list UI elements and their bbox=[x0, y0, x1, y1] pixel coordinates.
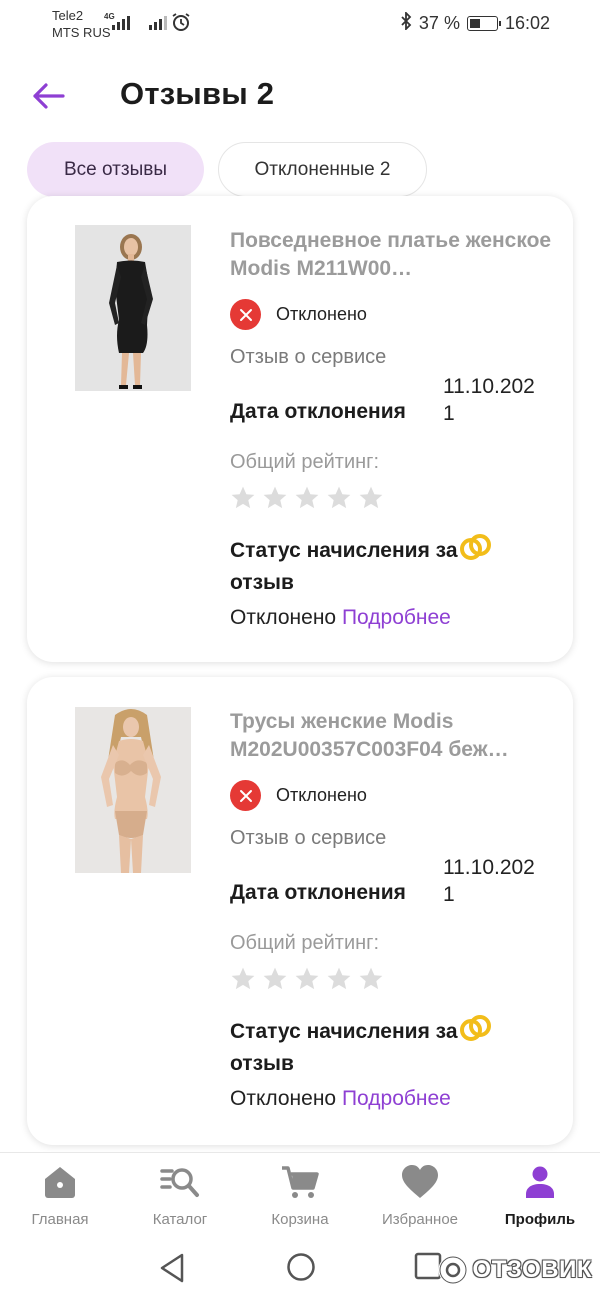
nav-label-home: Главная bbox=[31, 1211, 89, 1228]
nav-item-catalog[interactable]: Каталог bbox=[120, 1163, 240, 1228]
star-icon bbox=[263, 486, 287, 509]
product-title[interactable]: Трусы женские Modis M202U00357C003F04 бе… bbox=[230, 708, 555, 764]
product-image-underwear[interactable] bbox=[75, 707, 191, 873]
carrier-1: Tele2 bbox=[52, 8, 84, 23]
nav-item-cart[interactable]: Корзина bbox=[240, 1163, 360, 1228]
rejection-date-label: Дата отклонения bbox=[230, 400, 406, 423]
bluetooth-icon bbox=[400, 10, 412, 35]
service-review-label: Отзыв о сервисе bbox=[230, 827, 387, 849]
system-navigation-bar: ОТЗОВИК bbox=[0, 1240, 600, 1300]
star-icon bbox=[263, 967, 287, 990]
rejected-x-icon bbox=[230, 299, 261, 330]
tab-rejected-reviews[interactable]: Отклоненные 2 bbox=[218, 142, 427, 197]
star-icon bbox=[359, 967, 383, 990]
rating-stars bbox=[230, 966, 384, 992]
product-image-dress[interactable] bbox=[75, 225, 191, 391]
clock: 16:02 bbox=[504, 12, 550, 33]
more-details-link[interactable]: Подробнее bbox=[342, 606, 451, 629]
carrier-names: Tele2 MTS RUS bbox=[52, 7, 111, 41]
nav-item-home[interactable]: Главная bbox=[0, 1163, 120, 1228]
system-home-button[interactable] bbox=[286, 1252, 316, 1287]
accrual-status-row: Отклонено Подробнее bbox=[230, 1087, 451, 1111]
circle-home-icon bbox=[287, 1253, 315, 1281]
signal-strength-icon bbox=[112, 14, 130, 30]
accrual-status-label: Статус начисления за отзыв bbox=[230, 1020, 458, 1075]
otzovik-logo-icon bbox=[438, 1255, 468, 1285]
star-icon bbox=[295, 486, 319, 509]
status-text: Отклонено bbox=[276, 304, 367, 324]
heart-icon bbox=[400, 1163, 440, 1201]
nav-label-catalog: Каталог bbox=[152, 1211, 208, 1228]
more-details-link[interactable]: Подробнее bbox=[342, 1087, 451, 1110]
review-card[interactable]: Трусы женские Modis M202U00357C003F04 бе… bbox=[27, 677, 573, 1145]
rejection-date-label: Дата отклонения bbox=[230, 881, 406, 904]
arrow-left-icon bbox=[33, 83, 65, 109]
carrier-2: MTS RUS bbox=[52, 25, 111, 40]
home-icon bbox=[42, 1163, 78, 1201]
rejection-date-tail: 1 bbox=[443, 402, 455, 425]
otzovik-watermark: ОТЗОВИК bbox=[437, 1254, 592, 1286]
accrual-status-row: Отклонено Подробнее bbox=[230, 606, 451, 630]
system-back-button[interactable] bbox=[158, 1252, 186, 1289]
battery-icon bbox=[466, 15, 501, 31]
triangle-back-icon bbox=[160, 1253, 184, 1283]
header: Отзывы 2 bbox=[0, 70, 600, 124]
rejection-date: 11.10.202 bbox=[443, 375, 535, 398]
tab-all-reviews[interactable]: Все отзывы bbox=[27, 142, 204, 197]
signal-strength-icon bbox=[149, 14, 167, 30]
watermark-text: ОТЗОВИК bbox=[472, 1256, 592, 1283]
nav-label-cart: Корзина bbox=[271, 1211, 329, 1228]
status-bar: Tele2 MTS RUS 4G 37 % 16:02 bbox=[0, 0, 600, 50]
bonus-coins-icon bbox=[460, 534, 491, 560]
star-icon bbox=[359, 486, 383, 509]
star-icon bbox=[295, 967, 319, 990]
review-card[interactable]: Повседневное платье женское Modis M211W0… bbox=[27, 196, 573, 662]
rejection-date-tail: 1 bbox=[443, 883, 455, 906]
accrual-status-label: Статус начисления за отзыв bbox=[230, 539, 458, 594]
rating-stars bbox=[230, 485, 384, 511]
status-text: Отклонено bbox=[276, 785, 367, 805]
catalog-search-icon bbox=[160, 1163, 200, 1201]
accrual-status-value: Отклонено bbox=[230, 1087, 337, 1110]
status-bar-right: 37 % 16:02 bbox=[400, 10, 550, 35]
bottom-navigation: Главная Каталог Корзина Избранное Профил… bbox=[0, 1152, 600, 1240]
nav-label-profile: Профиль bbox=[504, 1211, 576, 1228]
rejection-date: 11.10.202 bbox=[443, 856, 535, 879]
overall-rating-label: Общий рейтинг: bbox=[230, 932, 380, 954]
alarm-icon bbox=[171, 12, 191, 37]
product-title[interactable]: Повседневное платье женское Modis M211W0… bbox=[230, 227, 555, 283]
back-button[interactable] bbox=[28, 78, 68, 114]
cart-icon bbox=[280, 1163, 320, 1201]
battery-percent: 37 % bbox=[418, 12, 460, 33]
star-icon bbox=[327, 486, 351, 509]
nav-item-profile[interactable]: Профиль bbox=[480, 1163, 600, 1228]
star-icon bbox=[231, 486, 255, 509]
page-title: Отзывы 2 bbox=[120, 76, 275, 111]
star-icon bbox=[327, 967, 351, 990]
bonus-coins-icon bbox=[460, 1015, 491, 1041]
review-status: Отклонено bbox=[230, 780, 367, 811]
nav-label-favorites: Избранное bbox=[381, 1211, 459, 1228]
profile-icon bbox=[524, 1163, 556, 1201]
rejected-x-icon bbox=[230, 780, 261, 811]
star-icon bbox=[231, 967, 255, 990]
service-review-label: Отзыв о сервисе bbox=[230, 346, 387, 368]
nav-item-favorites[interactable]: Избранное bbox=[360, 1163, 480, 1228]
overall-rating-label: Общий рейтинг: bbox=[230, 451, 380, 473]
accrual-status-value: Отклонено bbox=[230, 606, 337, 629]
review-status: Отклонено bbox=[230, 299, 367, 330]
